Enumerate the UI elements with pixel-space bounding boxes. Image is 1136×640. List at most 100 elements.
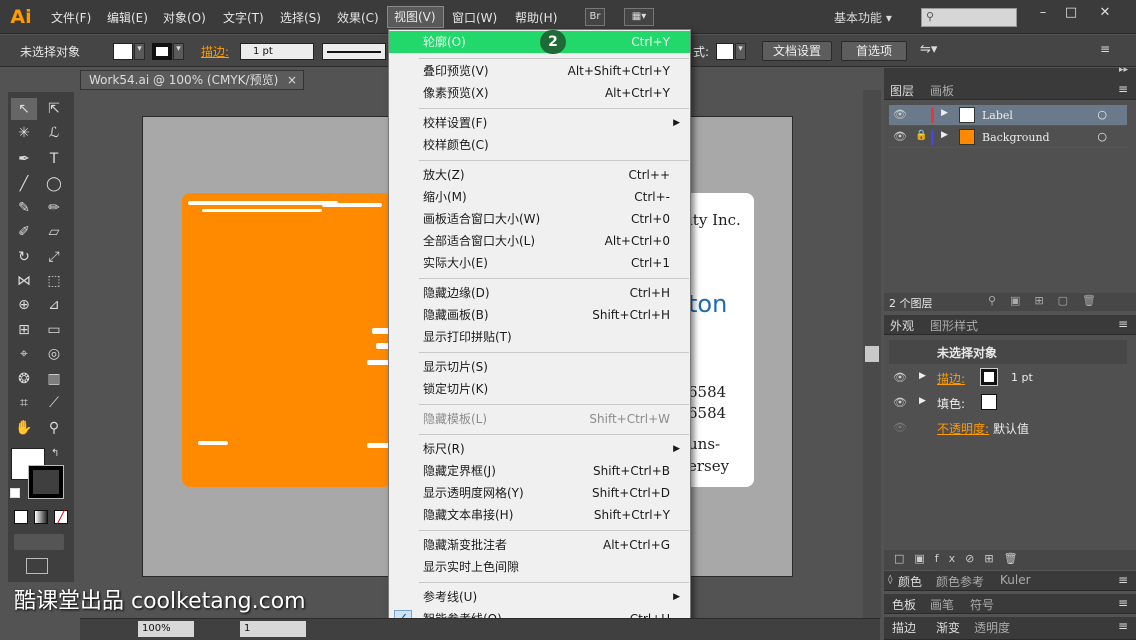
target-circle-icon[interactable]: ○ [1097, 130, 1107, 143]
gradient-tool-icon[interactable]: ▭ [41, 319, 67, 341]
menu-item-hide-edges[interactable]: 隐藏边缘(D) Ctrl+H [389, 282, 690, 304]
help-search-input[interactable]: ⚲ [921, 8, 1017, 27]
menu-effect[interactable]: 效果(C) [337, 9, 379, 26]
collapse-icon[interactable]: ◊ [888, 575, 892, 585]
menu-item-fit-artboard[interactable]: 画板适合窗口大小(W) Ctrl+0 [389, 208, 690, 230]
menu-object[interactable]: 对象(O) [163, 9, 206, 26]
panel-menu-icon[interactable]: ≡ [1100, 42, 1110, 56]
menu-item-proof-colors[interactable]: 校样颜色(C) [389, 134, 690, 156]
style-dropdown[interactable]: ▾ [735, 43, 746, 60]
width-tool-icon[interactable]: ⋈ [11, 270, 37, 292]
tab-transparency[interactable]: 透明度 [974, 619, 1010, 636]
pencil-icon[interactable]: ✏ [41, 197, 67, 219]
workspace-switcher[interactable]: 基本功能 ▾ [834, 9, 892, 26]
mesh-tool-icon[interactable]: ⊞ [11, 319, 37, 341]
drawing-modes-icon[interactable] [14, 534, 64, 550]
blend-tool-icon[interactable]: ◎ [41, 343, 67, 365]
preferences-button[interactable]: 首选项 [841, 41, 907, 61]
tab-graphic-styles[interactable]: 图形样式 [930, 317, 978, 334]
default-colors-icon[interactable] [10, 488, 20, 498]
tab-appearance[interactable]: 外观 [890, 317, 914, 334]
menu-item-hide-text-threads[interactable]: 隐藏文本串接(H) Shift+Ctrl+Y [389, 504, 690, 526]
expand-arrow-icon[interactable]: ▶ [941, 108, 948, 118]
tab-symbols[interactable]: 符号 [970, 596, 994, 613]
close-tab-icon[interactable]: × [287, 71, 297, 89]
screen-mode-icon[interactable] [26, 558, 48, 574]
document-setup-button[interactable]: 文档设置 [762, 41, 832, 61]
visibility-eye-icon[interactable]: 👁 [893, 371, 907, 384]
menu-file[interactable]: 文件(F) [51, 9, 91, 26]
artboard-number-input[interactable]: 1 [240, 621, 306, 637]
menu-item-hide-bounding-box[interactable]: 隐藏定界框(J) Shift+Ctrl+B [389, 460, 690, 482]
magic-wand-icon[interactable]: ✳ [11, 122, 37, 144]
arrange-icon[interactable]: ⇋▾ [920, 42, 937, 57]
menu-item-live-paint-gaps[interactable]: 显示实时上色间隙 [389, 556, 690, 578]
hand-tool-icon[interactable]: ✋ [11, 417, 37, 439]
lock-icon[interactable]: 🔒 [915, 130, 927, 141]
menu-item-print-tiling[interactable]: 显示打印拼贴(T) [389, 326, 690, 348]
appearance-row-opacity[interactable]: 👁 不透明度: 默认值 [889, 416, 1127, 441]
menu-item-zoom-out[interactable]: 缩小(M) Ctrl+- [389, 186, 690, 208]
stroke-dropdown[interactable]: ▾ [173, 43, 184, 60]
appearance-row-fill[interactable]: 👁 ▶ 填色: [889, 391, 1127, 416]
zoom-select[interactable]: 100% [138, 621, 194, 637]
appearance-footer-icons[interactable]: □▣fx⊘⊞🗑 [894, 552, 1028, 565]
fill-dropdown[interactable]: ▾ [134, 43, 145, 60]
color-mode-icon[interactable] [14, 510, 28, 524]
menu-item-rulers[interactable]: 标尺(R) ▶ [389, 438, 690, 460]
stroke-weight-input[interactable]: 1 pt [240, 43, 314, 60]
menu-type[interactable]: 文字(T) [223, 9, 264, 26]
layer-row[interactable]: 👁 ▶ Label ○ [889, 105, 1127, 126]
fill-swatch[interactable] [113, 43, 133, 60]
stroke-profile-select[interactable] [322, 43, 386, 60]
opacity-label[interactable]: 不透明度: [937, 420, 989, 437]
appearance-menu-icon[interactable]: ≡ [1118, 317, 1128, 331]
visibility-eye-icon[interactable]: 👁 [893, 421, 907, 434]
rotate-tool-icon[interactable]: ↻ [11, 246, 37, 268]
layers-footer-icons[interactable]: ⚲▣⊞▢🗑 [988, 294, 1110, 307]
type-tool-icon[interactable]: T [41, 148, 67, 170]
scale-tool-icon[interactable]: ⤢ [41, 246, 67, 268]
menu-window[interactable]: 窗口(W) [452, 9, 497, 26]
blob-brush-icon[interactable]: ✐ [11, 221, 37, 243]
ellipse-tool-icon[interactable]: ◯ [41, 173, 67, 195]
direct-selection-tool-icon[interactable]: ⇱ [41, 98, 67, 120]
eraser-icon[interactable]: ▱ [41, 221, 67, 243]
menu-view[interactable]: 视图(V) [387, 6, 444, 28]
stroke-label[interactable]: 描边: [937, 370, 965, 387]
layer-row[interactable]: 👁 🔒 ▶ Background ○ [889, 127, 1127, 148]
appearance-row-stroke[interactable]: 👁 ▶ 描边: 1 pt [889, 366, 1127, 391]
scroll-thumb[interactable] [865, 346, 879, 362]
paintbrush-icon[interactable]: ✎ [11, 197, 37, 219]
menu-edit[interactable]: 编辑(E) [107, 9, 148, 26]
layers-menu-icon[interactable]: ≡ [1118, 82, 1128, 96]
menu-item-proof-setup[interactable]: 校样设置(F) ▶ [389, 112, 690, 134]
tab-layers[interactable]: 图层 [890, 82, 914, 99]
selection-tool-icon[interactable]: ↖ [11, 98, 37, 120]
expand-arrow-icon[interactable]: ▶ [919, 396, 926, 406]
menu-select[interactable]: 选择(S) [280, 9, 321, 26]
visibility-eye-icon[interactable]: 👁 [893, 130, 907, 143]
tab-gradient[interactable]: 渐变 [936, 619, 960, 636]
tab-brushes[interactable]: 画笔 [930, 596, 954, 613]
tab-color[interactable]: 颜色 [898, 573, 922, 590]
shape-builder-icon[interactable]: ⊕ [11, 294, 37, 316]
symbol-sprayer-icon[interactable]: ❂ [11, 368, 37, 390]
layer-name[interactable]: Background [982, 131, 1050, 144]
vertical-scrollbar[interactable] [863, 90, 881, 618]
zoom-tool-icon[interactable]: ⚲ [41, 417, 67, 439]
maximize-icon[interactable]: □ [1060, 4, 1082, 22]
visibility-eye-icon[interactable]: 👁 [893, 396, 907, 409]
swatches-menu-icon[interactable]: ≡ [1118, 596, 1128, 610]
arrange-documents-icon[interactable]: ▦▾ [624, 8, 654, 26]
free-transform-icon[interactable]: ⬚ [41, 270, 67, 292]
document-tab[interactable]: Work54.ai @ 100% (CMYK/预览) × [80, 70, 304, 90]
tab-stroke[interactable]: 描边 [892, 619, 916, 636]
menu-item-transparency-grid[interactable]: 显示透明度网格(Y) Shift+Ctrl+D [389, 482, 690, 504]
bridge-button[interactable]: Br [585, 8, 605, 26]
lasso-icon[interactable]: ℒ [41, 122, 67, 144]
style-swatch[interactable] [716, 43, 734, 60]
menu-item-fit-all[interactable]: 全部适合窗口大小(L) Alt+Ctrl+0 [389, 230, 690, 252]
pen-tool-icon[interactable]: ✒ [11, 148, 37, 170]
menu-item-overprint-preview[interactable]: 叠印预览(V) Alt+Shift+Ctrl+Y [389, 60, 690, 82]
